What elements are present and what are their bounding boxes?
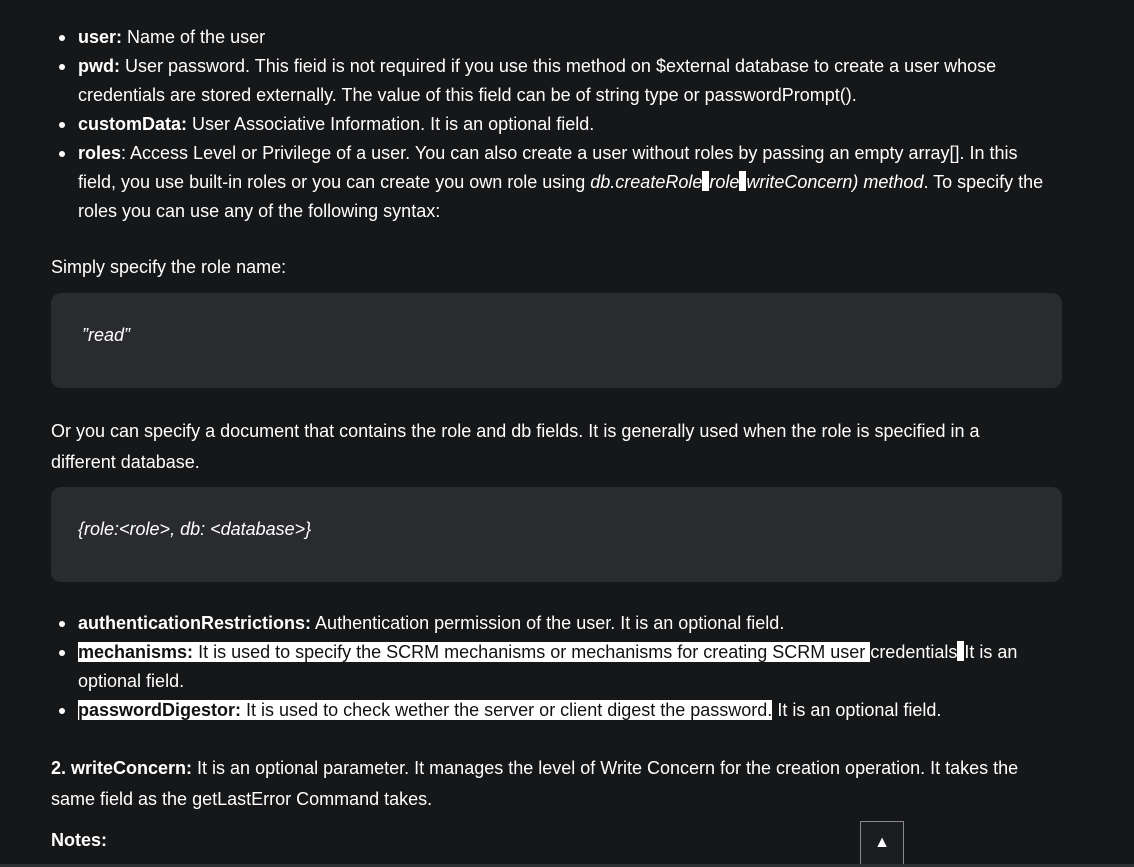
term-customdata: customData: [78,114,188,134]
list-item: mechanisms: It is used to specify the SC… [51,638,1051,696]
desc-customdata: User Associative Information. It is an o… [192,114,595,134]
code-block-simple: ”read” [51,293,1062,388]
document-intro: Or you can specify a document that conta… [51,421,980,472]
code-text: {role:<role>, db: <database>} [78,519,312,539]
article-page: user: Name of the user pwd: User passwor… [0,0,1134,867]
list-item: authenticationRestrictions: Authenticati… [51,609,1051,638]
list-item: customData: User Associative Information… [51,110,1051,139]
desc-password-digestor-rest: It is an optional field. [777,700,942,720]
arrow-up-icon: ▲ [874,834,890,851]
parameter-list: user: Name of the user pwd: User passwor… [51,23,1051,226]
write-concern-paragraph: 2. writeConcern: It is an optional param… [51,753,1051,815]
desc-password-digestor: It is used to check wether the server or… [246,700,773,720]
selected-text[interactable]: mechanisms: It is used to specify the SC… [78,642,871,662]
desc-mechanisms-plain: credentials [870,642,958,662]
desc-authentication-restrictions: Authentication permission of the user. I… [315,613,785,633]
term-authentication-restrictions: authenticationRestrictions: [78,613,312,633]
term-write-concern: 2. writeConcern: [51,758,193,778]
term-roles: roles [78,143,122,163]
inline-code-createrole: db.createRole role writeConcern) method [590,171,924,192]
desc-pwd: User password. This fieid is not require… [78,56,997,105]
desc-mechanisms: It is used to specify the SCRM mechanism… [198,642,871,662]
code-block-document: {role:<role>, db: <database>} [51,487,1062,582]
term-user: user: [78,27,123,47]
list-item: pwd: User password. This fieid is not re… [51,52,1051,110]
term-password-digestor: passwordDigestor: [78,700,242,720]
options-list: authenticationRestrictions: Authenticati… [51,609,1051,725]
notes-heading: Notes: [51,830,108,850]
list-item: user: Name of the user [51,23,1051,52]
term-pwd: pwd: [78,56,120,76]
term-mechanisms: mechanisms: [78,642,194,662]
selected-text[interactable]: passwordDigestor: It is used to check we… [78,700,773,720]
desc-user: Name of the user [127,27,266,47]
list-item: roles: Access Level or Privilege of a us… [51,139,1051,226]
simple-role-intro: Simply specify the role name: [51,257,287,277]
scroll-to-top-button[interactable]: ▲ [860,821,904,865]
desc-write-concern: It is an optional parameter. It manages … [51,758,1019,809]
code-text: ”read” [82,325,131,345]
list-item: passwordDigestor: It is used to check we… [51,696,1051,725]
